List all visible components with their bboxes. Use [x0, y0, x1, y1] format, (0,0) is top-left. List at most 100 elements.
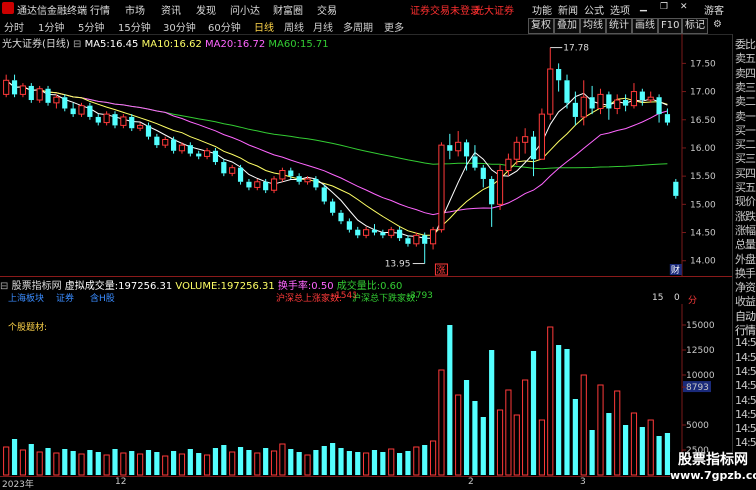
tab-30min[interactable]: 30分钟: [163, 19, 196, 34]
volume-bar-down[interactable]: [564, 349, 570, 475]
volume-bar-up[interactable]: [304, 454, 311, 476]
volume-bar-up[interactable]: [229, 451, 236, 476]
volume-bar-down[interactable]: [45, 448, 51, 475]
candle[interactable]: [630, 83, 638, 109]
menu-discover[interactable]: 发现: [196, 2, 216, 17]
volume-bar-down[interactable]: [447, 325, 453, 475]
volume-bar-down[interactable]: [212, 448, 219, 475]
candle[interactable]: [538, 108, 545, 160]
candle[interactable]: [3, 74, 10, 98]
volume-bar-down[interactable]: [422, 445, 428, 475]
sidebar-item[interactable]: 14:5: [735, 422, 756, 435]
volume-bar-down[interactable]: [95, 452, 101, 475]
candle[interactable]: [480, 164, 486, 188]
volume-bar-up[interactable]: [538, 419, 545, 476]
candle[interactable]: [513, 136, 520, 165]
candle[interactable]: [296, 173, 302, 185]
candle[interactable]: [547, 47, 554, 120]
volume-bar-up[interactable]: [496, 409, 504, 476]
volume-bar-up[interactable]: [78, 453, 85, 476]
candle[interactable]: [229, 164, 236, 177]
candle[interactable]: [496, 164, 504, 210]
candle[interactable]: [606, 91, 612, 120]
candle[interactable]: [572, 91, 578, 126]
draw-button[interactable]: 画线: [632, 18, 658, 34]
candle[interactable]: [87, 102, 93, 120]
menu-function[interactable]: 功能: [532, 2, 552, 17]
volume-bar-up[interactable]: [270, 450, 278, 476]
candle[interactable]: [380, 229, 386, 239]
tab-weekly[interactable]: 周线: [284, 19, 304, 34]
candle[interactable]: [95, 114, 101, 126]
candle[interactable]: [203, 147, 211, 160]
candle[interactable]: [363, 226, 370, 239]
volume-bar-down[interactable]: [346, 451, 352, 475]
menu-market[interactable]: 市场: [125, 2, 145, 17]
candle[interactable]: [388, 226, 395, 239]
volume-bar-down[interactable]: [472, 401, 478, 475]
candle[interactable]: [455, 131, 462, 157]
candle[interactable]: [438, 142, 445, 233]
volume-bar-down[interactable]: [246, 450, 252, 475]
menu-ask[interactable]: 问小达: [230, 2, 260, 17]
volume-bar-down[interactable]: [330, 443, 336, 475]
volume-bar-up[interactable]: [580, 374, 587, 476]
menu-wealth[interactable]: 财富圈: [273, 2, 303, 17]
candle[interactable]: [371, 224, 378, 236]
candle[interactable]: [162, 136, 169, 148]
ma-button[interactable]: 均线: [580, 18, 606, 34]
volume-bar-up[interactable]: [162, 455, 169, 476]
candle[interactable]: [221, 159, 227, 177]
adjust-button[interactable]: 复权: [528, 18, 554, 34]
volume-bar-down[interactable]: [396, 453, 403, 475]
tab-daily[interactable]: 日线: [254, 19, 274, 34]
volume-bar-down[interactable]: [606, 413, 612, 475]
volume-bar-down[interactable]: [129, 451, 135, 475]
volume-bar-down[interactable]: [263, 448, 269, 475]
candle[interactable]: [556, 63, 562, 92]
candle[interactable]: [580, 80, 587, 126]
industry-label[interactable]: 证券: [56, 291, 74, 304]
volume-bar-up[interactable]: [279, 443, 286, 476]
mark-button[interactable]: 标记: [682, 18, 708, 34]
cai-marker[interactable]: 财: [671, 264, 680, 276]
candle[interactable]: [447, 133, 453, 160]
tab-multi-period[interactable]: 多周期: [343, 19, 373, 34]
candle[interactable]: [338, 209, 344, 225]
candle[interactable]: [28, 83, 34, 103]
candle[interactable]: [254, 178, 261, 191]
candle[interactable]: [19, 83, 27, 98]
zhang-marker[interactable]: 涨: [436, 265, 445, 276]
volume-bar-down[interactable]: [70, 451, 76, 475]
volume-bar-up[interactable]: [178, 453, 186, 476]
volume-bar-down[interactable]: [355, 452, 361, 475]
sidebar-item[interactable]: 14:5: [735, 379, 756, 392]
candle[interactable]: [45, 85, 51, 106]
volume-bar-down[interactable]: [480, 417, 486, 475]
volume-bar-down[interactable]: [405, 451, 411, 475]
volume-bar-down[interactable]: [639, 427, 645, 475]
volume-bar-down[interactable]: [237, 447, 244, 475]
volume-bar-down[interactable]: [338, 448, 344, 475]
volume-bar-up[interactable]: [3, 446, 10, 476]
tab-15min[interactable]: 15分钟: [118, 19, 151, 34]
candle[interactable]: [422, 232, 428, 264]
candle[interactable]: [70, 102, 76, 117]
candle[interactable]: [270, 176, 278, 194]
price-chart[interactable]: 17.50 17.00 16.50 16.00 15.50 15.00 14.50 14.00…: [0, 34, 732, 276]
candle[interactable]: [53, 94, 60, 109]
tab-1min[interactable]: 1分钟: [38, 19, 64, 34]
volume-bar-down[interactable]: [530, 351, 537, 475]
sector-label[interactable]: 上海板块: [8, 291, 44, 304]
volume-bar-down[interactable]: [321, 446, 327, 475]
candle[interactable]: [355, 226, 361, 239]
tab-monthly[interactable]: 月线: [313, 19, 333, 34]
volume-bar-up[interactable]: [19, 449, 27, 476]
volume-bar-down[interactable]: [589, 430, 595, 475]
volume-bar-down[interactable]: [556, 345, 562, 475]
menu-options[interactable]: 选项: [610, 2, 630, 17]
volume-bar-up[interactable]: [413, 446, 420, 476]
candle[interactable]: [321, 184, 327, 205]
volume-bar-up[interactable]: [505, 389, 512, 476]
volume-bar-down[interactable]: [221, 445, 227, 475]
